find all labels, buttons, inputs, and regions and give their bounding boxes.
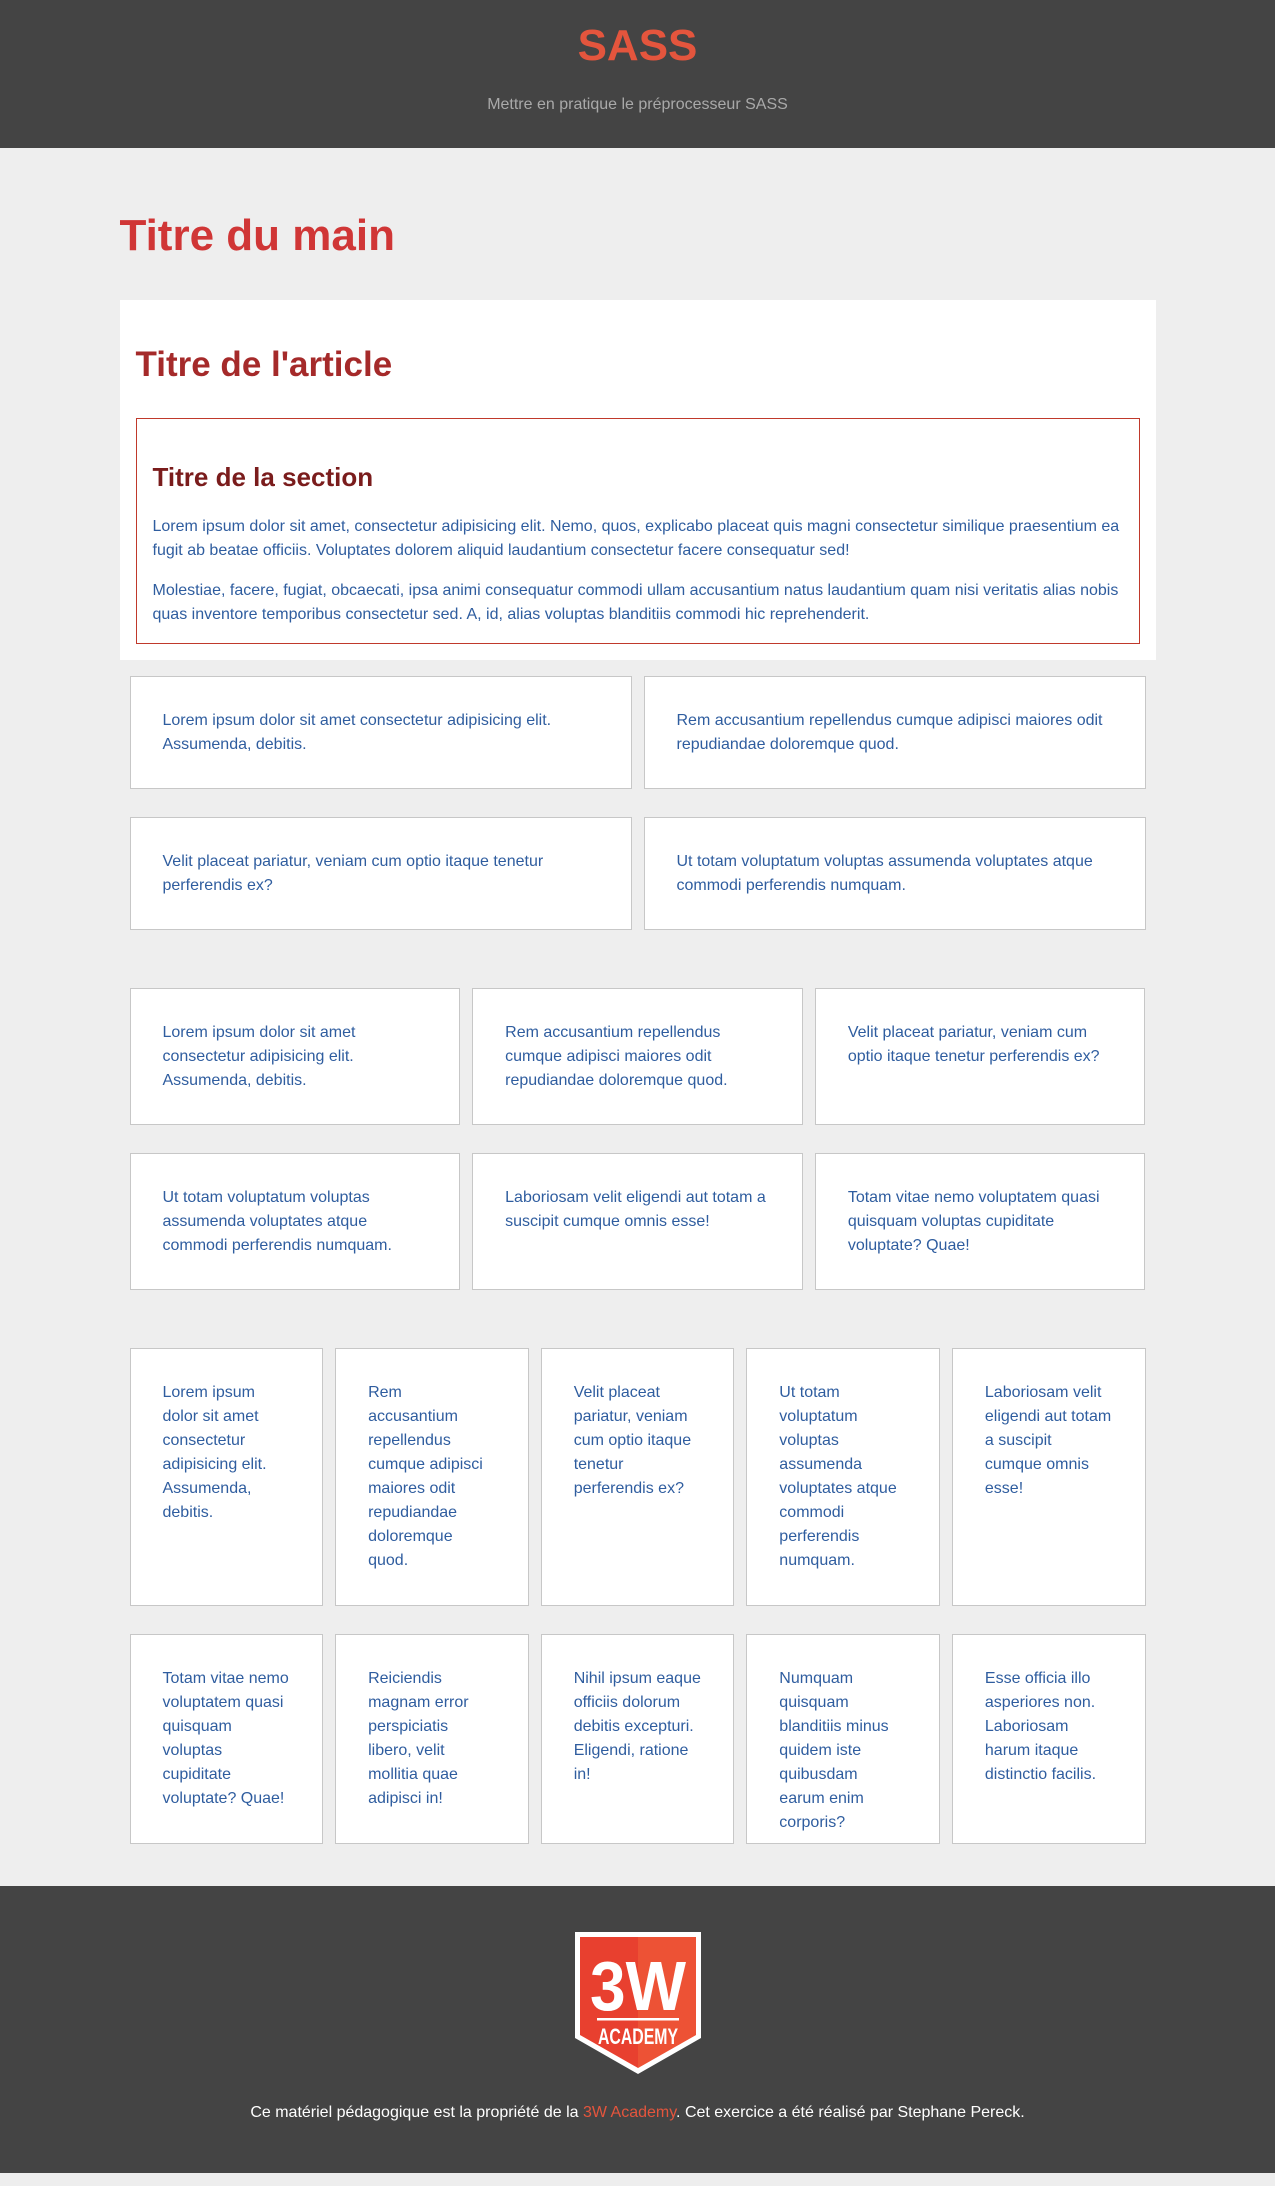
grid-card: Reiciendis magnam error perspiciatis lib… — [335, 1634, 529, 1844]
page-footer: 3W ACADEMY Ce matériel pédagogique est l… — [0, 1886, 1275, 2173]
grid-card: Esse officia illo asperiores non. Labori… — [951, 1634, 1146, 1844]
footer-text-after: . Cet exercice a été réalisé par Stephan… — [676, 2104, 1025, 2121]
main-title: Titre du main — [119, 211, 395, 260]
section: Titre de la section Lorem ipsum dolor si… — [135, 418, 1140, 644]
site-title: SASS — [577, 21, 698, 70]
grid-card: Velit placeat pariatur, veniam cum optio… — [540, 1348, 735, 1606]
grid-card: Totam vitae nemo voluptatem quasi quisqu… — [129, 1634, 324, 1844]
3w-academy-logo-icon[interactable]: 3W ACADEMY — [573, 1930, 703, 2076]
grid-card: Rem accusantium repellendus cumque adipi… — [335, 1348, 529, 1606]
grid-card: Lorem ipsum dolor sit amet consectetur a… — [129, 1348, 324, 1606]
article-title: Titre de l'article — [135, 345, 393, 384]
grid-card: Nihil ipsum eaque officiis dolorum debit… — [540, 1634, 735, 1844]
grid-five-columns: Lorem ipsum dolor sit amet consectetur a… — [129, 1348, 1146, 1844]
grid-card: Numquam quisquam blanditiis minus quidem… — [746, 1634, 940, 1844]
section-paragraph: Lorem ipsum dolor sit amet, consectetur … — [152, 518, 1120, 559]
grid-card: Ut totam voluptatum voluptas assumenda v… — [129, 1153, 461, 1290]
grid-card: Ut totam voluptatum voluptas assumenda v… — [643, 817, 1146, 930]
grid-card: Ut totam voluptatum voluptas assumenda v… — [746, 1348, 940, 1606]
footer-text-before: Ce matériel pédagogique est la propriété… — [250, 2104, 583, 2121]
grid-two-columns: Lorem ipsum dolor sit amet consectetur a… — [129, 676, 1146, 930]
grid-card: Velit placeat pariatur, veniam cum optio… — [129, 817, 632, 930]
grid-three-columns: Lorem ipsum dolor sit amet consectetur a… — [129, 988, 1146, 1290]
logo-word: ACADEMY — [598, 2024, 678, 2049]
grid-card: Rem accusantium repellendus cumque adipi… — [472, 988, 803, 1125]
3w-academy-link[interactable]: 3W Academy — [583, 2104, 676, 2121]
grid-card: Velit placeat pariatur, veniam cum optio… — [814, 988, 1146, 1125]
section-paragraph: Molestiae, facere, fugiat, obcaecati, ip… — [152, 582, 1119, 623]
grid-card: Rem accusantium repellendus cumque adipi… — [643, 676, 1146, 789]
grid-card: Lorem ipsum dolor sit amet consectetur a… — [129, 988, 461, 1125]
section-title: Titre de la section — [152, 462, 374, 492]
site-subtitle: Mettre en pratique le préprocesseur SASS — [487, 96, 788, 113]
grid-card: Lorem ipsum dolor sit amet consectetur a… — [129, 676, 632, 789]
grid-card: Totam vitae nemo voluptatem quasi quisqu… — [814, 1153, 1146, 1290]
grid-card: Laboriosam velit eligendi aut totam a su… — [472, 1153, 803, 1290]
main-content: Titre du main Titre de l'article Titre d… — [119, 148, 1156, 1886]
article: Titre de l'article Titre de la section L… — [119, 300, 1156, 660]
logo-number: 3W — [590, 1947, 686, 2025]
grid-card: Laboriosam velit eligendi aut totam a su… — [951, 1348, 1146, 1606]
footer-text: Ce matériel pédagogique est la propriété… — [0, 2104, 1275, 2122]
page-header: SASS Mettre en pratique le préprocesseur… — [0, 0, 1275, 148]
